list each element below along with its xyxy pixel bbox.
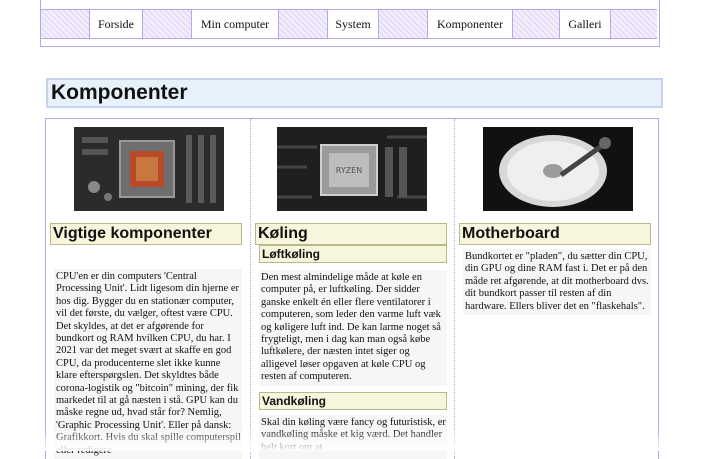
svg-text:RYZEN: RYZEN [336,166,362,175]
cpu-socket-image [74,127,224,211]
nav-item-forside[interactable]: Forside [89,10,143,38]
paragraph-air-cooling: Den mest almindelige måde at køle en com… [259,270,447,386]
hard-drive-image [483,127,633,211]
nav-item-system[interactable]: System [327,10,379,38]
heading-vandkoling: Vandkøling [259,392,447,410]
heading-koling: Køling [255,223,447,245]
heading-motherboard: Motherboard [459,223,651,245]
content-columns: Vigtige komponenter CPU'en er din comput… [45,118,659,459]
heading-loftkoling: Løftkøling [259,245,447,263]
cpu-image: RYZEN [277,127,427,211]
page-title: Komponenter [46,78,663,108]
nav-item-min-computer[interactable]: Min computer [191,10,279,38]
column-cooling: RYZEN Køling Løftkøling Den mest alminde… [250,119,455,459]
heading-vigtige-komponenter: Vigtige komponenter [50,223,242,245]
nav-item-komponenter[interactable]: Komponenter [427,10,513,38]
bottom-fade [0,429,701,451]
column-motherboard: Motherboard Bundkortet er "pladen", du s… [454,119,659,459]
nav-item-galleri[interactable]: Galleri [559,10,611,38]
paragraph-motherboard: Bundkortet er "pladen", du sætter din CP… [463,249,651,316]
nav-frame: Forside Min computer System Komponenter … [40,0,660,47]
main-nav: Forside Min computer System Komponenter … [41,9,657,39]
column-components: Vigtige komponenter CPU'en er din comput… [46,119,250,459]
